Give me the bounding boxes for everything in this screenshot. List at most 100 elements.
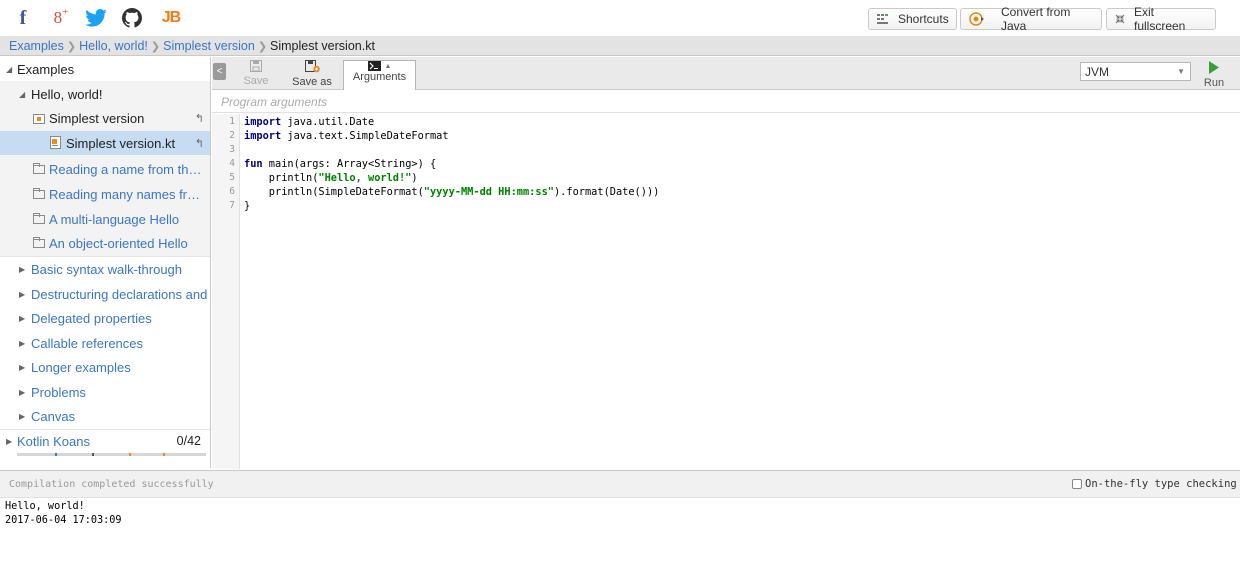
exit-fullscreen-icon	[1115, 14, 1125, 24]
folder-icon	[33, 188, 45, 199]
tree-callable-references[interactable]: ▶ Callable references	[0, 331, 210, 355]
run-label: Run	[1203, 77, 1225, 89]
breadcrumb-separator: ❯	[66, 40, 77, 53]
tree-problems[interactable]: ▶ Problems	[0, 380, 210, 404]
tree-basic-syntax[interactable]: ▶ Basic syntax walk-through	[0, 257, 210, 281]
progress-tick	[163, 453, 165, 456]
line-number: 4	[229, 158, 235, 169]
tree-reading-name-label: Reading a name from the command line	[49, 161, 204, 177]
line-number: 7	[229, 200, 235, 211]
line-number: 1	[229, 116, 235, 127]
save-as-button[interactable]: Save as	[292, 60, 332, 88]
jetbrains-logo[interactable]: JB	[160, 6, 182, 30]
tree-longer-examples[interactable]: ▶ Longer examples	[0, 355, 210, 379]
tree-callable-references-label: Callable references	[31, 335, 144, 351]
progress-tick	[55, 453, 57, 456]
kotlin-file-icon	[50, 136, 61, 152]
tree-reading-many-names[interactable]: Reading many names from the command line	[0, 182, 210, 206]
tree-simplest-version[interactable]: Simplest version ↰	[0, 106, 210, 130]
progress-tick	[92, 453, 94, 456]
breadcrumb-examples[interactable]: Examples	[9, 39, 64, 53]
breadcrumb-current-file: Simplest version.kt	[270, 39, 375, 53]
breadcrumb-separator: ❯	[257, 40, 268, 53]
expand-arrow-icon: ▶	[19, 338, 26, 348]
on-the-fly-checkbox[interactable]: On-the-fly type checking	[1072, 478, 1237, 490]
collapse-arrow-icon: ◢	[19, 89, 26, 99]
google-plus-icon[interactable]: 8 +	[50, 6, 72, 30]
code-line: println("Hello, world!")	[244, 172, 418, 184]
output-line: 2017-06-04 17:03:09	[5, 515, 122, 526]
line-number: 3	[229, 144, 235, 155]
koans-progress-bar	[17, 453, 206, 456]
convert-label: Convert from Java	[1001, 5, 1071, 33]
line-number-gutter: 1 2 3 4 5 6 7	[212, 114, 240, 469]
keyword: fun	[244, 158, 263, 170]
tree-multi-language[interactable]: A multi-language Hello	[0, 207, 210, 231]
tree-kotlin-koans[interactable]: ▶ Kotlin Koans 0/42	[0, 430, 210, 452]
keyboard-icon	[877, 14, 889, 24]
keyword: import	[244, 130, 282, 142]
exit-fullscreen-button[interactable]: Exit fullscreen	[1106, 5, 1216, 33]
line-number: 2	[229, 130, 235, 141]
program-arguments-input[interactable]: Program arguments	[212, 91, 1240, 113]
tree-canvas[interactable]: ▶ Canvas	[0, 404, 210, 428]
tree-object-oriented[interactable]: An object-oriented Hello	[0, 231, 210, 255]
run-button[interactable]: Run	[1202, 61, 1226, 89]
progress-tick	[129, 453, 131, 456]
tree-examples-label: Examples	[17, 61, 75, 77]
java-convert-icon	[969, 12, 985, 26]
line-number: 5	[229, 172, 235, 183]
tree-basic-syntax-label: Basic syntax walk-through	[31, 261, 183, 277]
breadcrumb-simplest-version[interactable]: Simplest version	[163, 39, 255, 53]
target-platform-select[interactable]: JVM ▼	[1080, 62, 1191, 81]
save-as-label: Save as	[292, 76, 332, 88]
expand-arrow-icon: ▶	[6, 436, 13, 446]
expand-arrow-icon: ▶	[19, 289, 26, 299]
string-literal: "Hello, world!"	[318, 172, 412, 184]
examples-tree: ◢ Examples ◢ Hello, world! Simplest vers…	[0, 57, 211, 468]
tree-delegated-properties[interactable]: ▶ Delegated properties	[0, 306, 210, 330]
play-icon	[1208, 61, 1220, 77]
folder-icon	[33, 237, 45, 248]
code-line: import java.util.Date	[244, 116, 375, 128]
expand-arrow-icon: ▶	[19, 264, 26, 274]
code-line: fun main(args: Array<String>) {	[244, 158, 437, 170]
expand-arrow-icon: ▶	[19, 411, 26, 421]
breadcrumb-separator: ❯	[150, 40, 161, 53]
revert-icon[interactable]: ↰	[195, 137, 204, 150]
save-label: Save	[243, 75, 269, 87]
shortcuts-button[interactable]: Shortcuts	[868, 8, 957, 30]
code-line: println(SimpleDateFormat("yyyy-MM-dd HH:…	[244, 186, 660, 198]
tree-canvas-label: Canvas	[31, 408, 76, 424]
tree-hello-world[interactable]: ◢ Hello, world!	[0, 82, 210, 106]
facebook-icon[interactable]: f	[14, 6, 32, 30]
string-literal: "yyyy-MM-dd HH:mm:ss"	[423, 186, 554, 198]
top-bar: f 8 + JB Shortcuts Convert from Java Exit…	[0, 0, 1240, 37]
arguments-tab[interactable]: ▲ Arguments	[343, 60, 416, 90]
code-line: }	[244, 200, 251, 212]
convert-from-java-button[interactable]: Convert from Java	[960, 5, 1102, 33]
folder-icon	[33, 163, 45, 174]
tree-simplest-version-kt[interactable]: Simplest version.kt ↰	[0, 131, 210, 155]
tree-multi-language-label: A multi-language Hello	[49, 211, 180, 227]
exit-fullscreen-label: Exit fullscreen	[1134, 5, 1186, 33]
tree-kotlin-koans-label: Kotlin Koans	[17, 433, 90, 449]
expand-arrow-icon: ▶	[19, 362, 26, 372]
collapse-sidebar-button[interactable]: <	[213, 63, 226, 80]
line-number: 6	[229, 186, 235, 197]
tree-destructuring[interactable]: ▶ Destructuring declarations and Data cl…	[0, 282, 210, 306]
code-editor[interactable]: import java.util.Date import java.text.S…	[241, 114, 1240, 469]
breadcrumb: Examples ❯ Hello, world! ❯ Simplest vers…	[0, 37, 1240, 56]
revert-icon[interactable]: ↰	[195, 112, 204, 125]
twitter-icon[interactable]	[84, 6, 108, 30]
save-as-icon	[304, 60, 320, 76]
tree-examples-root[interactable]: ◢ Examples	[0, 57, 210, 81]
tree-reading-many-names-label: Reading many names from the command line	[49, 186, 204, 202]
on-the-fly-label: On-the-fly type checking	[1085, 478, 1237, 490]
tree-simplest-version-kt-label: Simplest version.kt	[66, 135, 176, 151]
save-button[interactable]: Save	[243, 60, 269, 88]
github-icon[interactable]	[121, 6, 143, 30]
breadcrumb-hello-world[interactable]: Hello, world!	[79, 39, 148, 53]
checkbox-icon[interactable]	[1072, 479, 1082, 489]
tree-reading-name[interactable]: Reading a name from the command line	[0, 157, 210, 181]
